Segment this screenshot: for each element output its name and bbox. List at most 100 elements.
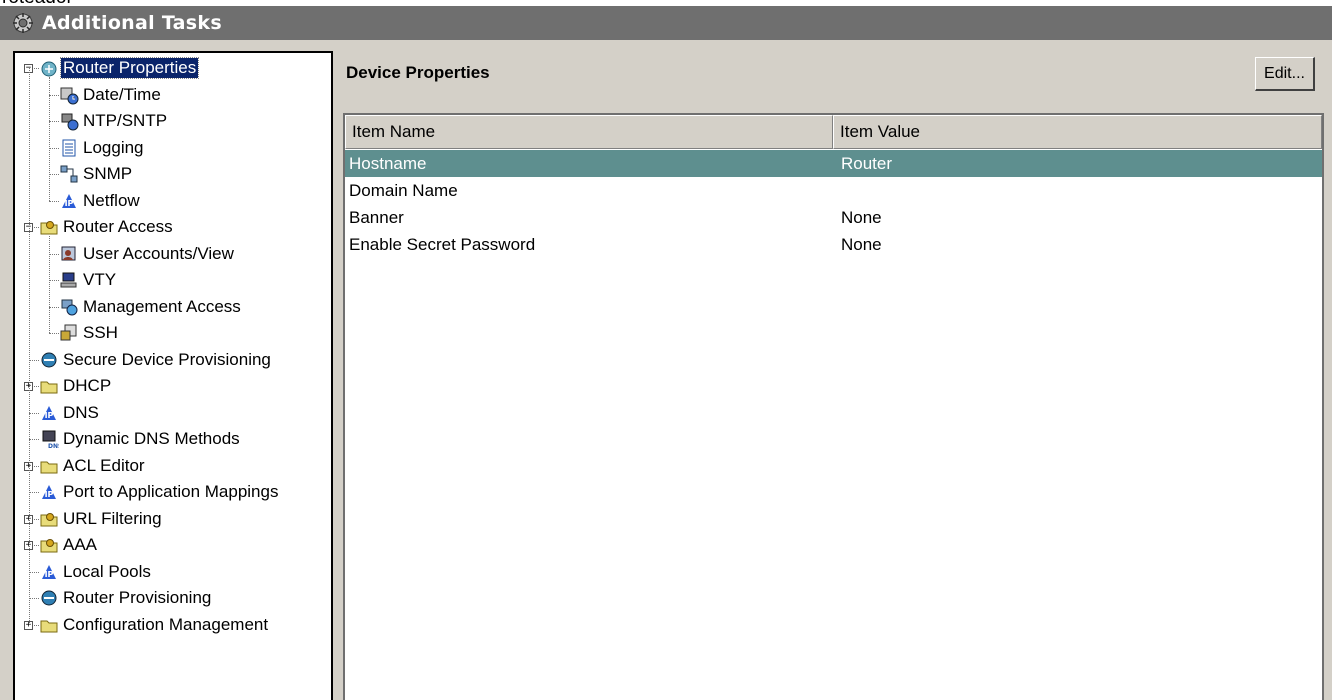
folder-lock-icon xyxy=(39,535,59,555)
folder-icon xyxy=(39,376,59,396)
provisioning-icon xyxy=(39,588,59,608)
item-name-cell: Banner xyxy=(349,207,404,227)
tree-connector xyxy=(49,94,59,96)
tree-item-router-access[interactable]: Router Access xyxy=(39,214,175,240)
properties-table: Item Name Item Value Hostname Router Domai… xyxy=(343,113,1324,700)
tree-item-port-to-application-mappings[interactable]: IP Port to Application Mappings xyxy=(39,479,280,505)
item-name-cell: Hostname xyxy=(349,153,427,173)
tree-connector xyxy=(29,571,39,573)
network-time-icon xyxy=(59,111,79,131)
tree-item-label: Dynamic DNS Methods xyxy=(63,429,240,448)
tree-item-label: SNMP xyxy=(83,164,133,183)
log-icon xyxy=(59,138,79,158)
tree-item-snmp[interactable]: SNMP xyxy=(59,161,134,187)
device-properties-panel: Device Properties Edit... Item Name Item… xyxy=(340,51,1332,700)
dns-icon: DNS xyxy=(39,429,62,450)
ip-icon: IP xyxy=(39,403,59,423)
ip-icon: IP xyxy=(59,191,79,211)
tree-connector xyxy=(29,492,39,493)
svg-text:IP: IP xyxy=(65,199,74,208)
tree-item-date-time[interactable]: Date/Time xyxy=(59,82,163,108)
tree-item-logging[interactable]: Logging xyxy=(59,135,146,161)
tree-item-secure-device-provisioning[interactable]: Secure Device Provisioning xyxy=(39,347,273,373)
additional-tasks-header: Additional Tasks xyxy=(0,6,1332,40)
tree-item-url-filtering[interactable]: URL Filtering xyxy=(39,506,164,532)
ssh-icon xyxy=(59,323,79,343)
tree-item-user-accounts-view[interactable]: User Accounts/View xyxy=(59,241,236,267)
table-row[interactable]: Hostname Router xyxy=(345,150,1322,177)
router-icon xyxy=(39,58,59,78)
tree-item-dhcp[interactable]: DHCP xyxy=(39,373,113,399)
ip-icon: IP xyxy=(39,562,59,582)
svg-text:IP: IP xyxy=(45,570,54,579)
user-accounts-icon xyxy=(59,244,79,264)
tree-item-label: Management Access xyxy=(83,296,241,316)
tree-connector xyxy=(49,200,59,202)
clock-icon xyxy=(59,85,79,105)
management-icon xyxy=(59,297,79,317)
tree-item-label: Local Pools xyxy=(63,561,151,581)
tree-item-label: URL Filtering xyxy=(63,508,162,528)
tree-item-acl-editor[interactable]: ACL Editor xyxy=(39,453,147,479)
task-tree[interactable]: Router Properties − Date/Time NTP/SNTP Loggi… xyxy=(13,51,333,700)
snmp-icon xyxy=(59,164,79,184)
item-value-cell: Router xyxy=(841,153,893,173)
item-value-cell: None xyxy=(841,234,882,254)
tree-item-aaa[interactable]: AAA xyxy=(39,532,99,558)
tree-item-label: Date/Time xyxy=(83,84,161,104)
folder-lock-icon xyxy=(39,217,59,237)
tree-connector xyxy=(49,306,59,308)
tree-item-label: AAA xyxy=(63,535,98,554)
tree-connector xyxy=(49,333,59,334)
tree-connector xyxy=(49,280,59,281)
tree-item-label: Router Properties xyxy=(59,57,200,79)
tree-item-label: VTY xyxy=(83,270,117,289)
tree-item-netflow[interactable]: IP Netflow xyxy=(59,188,142,214)
tree-connector xyxy=(49,174,59,175)
tree-item-router-provisioning[interactable]: Router Provisioning xyxy=(39,585,213,611)
tree-item-label: User Accounts/View xyxy=(83,243,234,263)
svg-text:DNS: DNS xyxy=(48,443,59,449)
tree-connector xyxy=(49,147,59,149)
item-value-cell: None xyxy=(841,207,882,227)
provisioning-icon xyxy=(39,350,59,370)
tree-item-label: Router Access xyxy=(63,217,173,236)
tree-branch-line xyxy=(49,77,50,201)
folder-icon xyxy=(39,615,59,635)
tree-item-label: SSH xyxy=(83,323,118,342)
terminal-icon xyxy=(59,270,79,290)
tree-item-local-pools[interactable]: IP Local Pools xyxy=(39,559,153,585)
tree-item-management-access[interactable]: Management Access xyxy=(59,294,243,320)
item-name-cell: Enable Secret Password xyxy=(349,234,536,254)
tree-item-router-properties[interactable]: Router Properties xyxy=(39,55,200,81)
tree-connector xyxy=(49,121,59,122)
tree-item-dns[interactable]: IP DNS xyxy=(39,400,101,426)
table-header: Item Name Item Value xyxy=(345,115,1322,149)
column-header-item-value[interactable]: Item Value xyxy=(833,115,1322,149)
work-area: Router Properties − Date/Time NTP/SNTP Loggi… xyxy=(0,40,1332,700)
folder-icon xyxy=(39,456,59,476)
tree-item-label: NTP/SNTP xyxy=(83,111,168,130)
tree-connector xyxy=(49,253,59,255)
table-row[interactable]: Domain Name xyxy=(345,177,1322,204)
tree-connector xyxy=(29,439,39,440)
tree-item-ssh[interactable]: SSH xyxy=(59,320,120,346)
column-header-item-name[interactable]: Item Name xyxy=(345,115,833,149)
tree-item-label: Logging xyxy=(83,137,144,157)
edit-button[interactable]: Edit... xyxy=(1255,57,1315,91)
section-title: Device Properties xyxy=(346,63,490,82)
tree-item-vty[interactable]: VTY xyxy=(59,267,118,293)
tree-item-label: DNS xyxy=(63,402,99,422)
tree-branch-line xyxy=(49,236,50,333)
tree-item-label: Router Provisioning xyxy=(63,588,212,607)
svg-text:IP: IP xyxy=(45,490,54,499)
tree-connector xyxy=(29,359,39,361)
tree-item-label: Netflow xyxy=(83,190,140,210)
folder-lock-icon xyxy=(39,509,59,529)
table-row[interactable]: Banner None xyxy=(345,204,1322,231)
tree-item-configuration-management[interactable]: Configuration Management xyxy=(39,612,270,638)
tree-connector xyxy=(29,412,39,414)
tree-item-ntp-sntp[interactable]: NTP/SNTP xyxy=(59,108,169,134)
tree-item-dynamic-dns-methods[interactable]: DNS Dynamic DNS Methods xyxy=(39,426,242,452)
table-row[interactable]: Enable Secret Password None xyxy=(345,231,1322,258)
